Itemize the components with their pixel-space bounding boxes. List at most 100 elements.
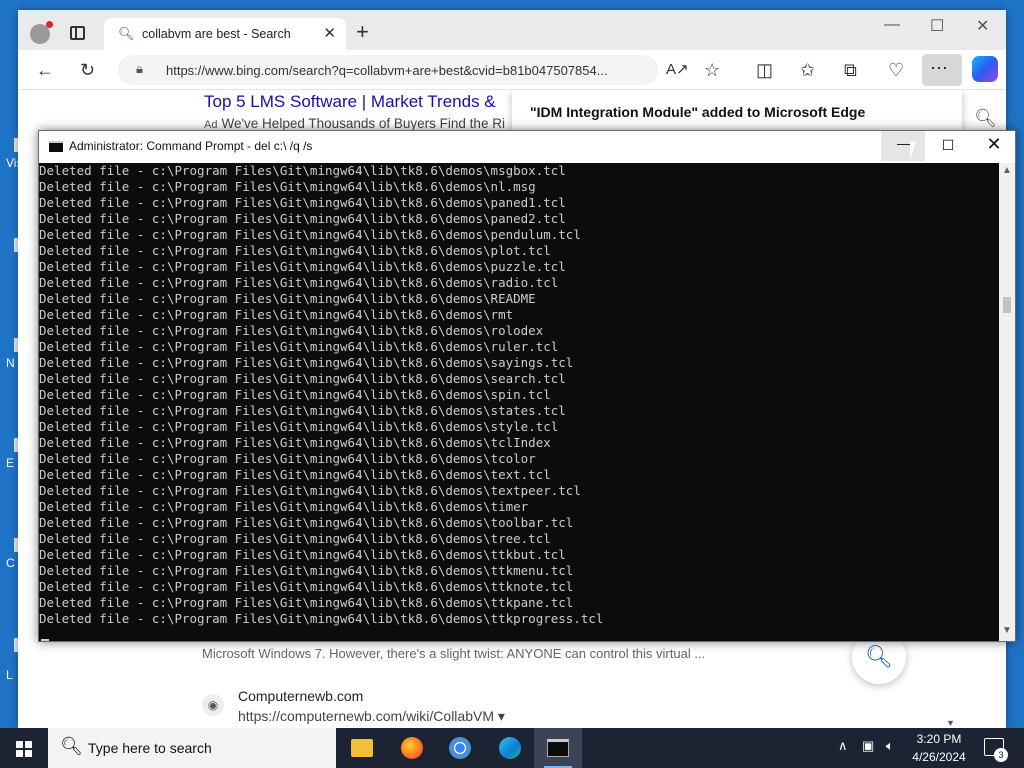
scroll-down-icon[interactable]: ▼ (1002, 625, 1012, 636)
result-url-text[interactable]: https://computernewb.com/wiki/CollabVM (238, 708, 494, 724)
browser-titlebar: 🔍︎ collabvm are best - Search ✕ + — ☐ ✕ (18, 10, 1006, 50)
console-line: Deleted file - c:\Program Files\Git\ming… (39, 291, 536, 306)
read-aloud-icon[interactable]: A↗ (666, 60, 689, 80)
console-line: Deleted file - c:\Program Files\Git\ming… (39, 259, 566, 274)
file-explorer-icon[interactable] (338, 728, 386, 768)
scrollbar-thumb[interactable] (1003, 297, 1011, 313)
result-snippet: Microsoft Windows 7. However, there's a … (202, 646, 706, 661)
console-line: Deleted file - c:\Program Files\Git\ming… (39, 227, 581, 242)
console-line: Deleted file - c:\Program Files\Git\ming… (39, 467, 551, 482)
chrome-icon[interactable] (436, 728, 484, 768)
minimize-icon: — (897, 135, 911, 151)
notification-text: "IDM Integration Module" added to Micros… (530, 104, 866, 120)
command-prompt-icon[interactable] (534, 728, 582, 768)
taskbar-search-box[interactable]: 🔍︎ Type here to search (48, 728, 336, 768)
console-line: Deleted file - c:\Program Files\Git\ming… (39, 499, 529, 514)
result-site-name[interactable]: Computernewb.com (238, 688, 363, 704)
search-icon[interactable]: 🔍︎ (974, 108, 997, 129)
browser-toolbar: ← ↻ 🔒︎ https://www.bing.com/search?q=col… (18, 50, 1006, 90)
result-url[interactable]: https://computernewb.com/wiki/CollabVM ▾ (238, 708, 505, 725)
console-line: Deleted file - c:\Program Files\Git\ming… (39, 163, 566, 178)
search-placeholder: Type here to search (88, 740, 212, 756)
site-favicon-icon: ◉ (202, 694, 224, 716)
taskbar: 🔍︎ Type here to search ∧ ▣ 🔈︎ 3:20 PM 4/… (0, 728, 1024, 768)
tab-title: collabvm are best - Search (142, 27, 291, 41)
browser-essentials-icon[interactable]: ♡ (888, 60, 904, 80)
search-icon: 🔍︎ (60, 736, 83, 756)
console-line: Deleted file - c:\Program Files\Git\ming… (39, 387, 551, 402)
search-icon: 🔍︎ (118, 26, 135, 41)
firefox-icon[interactable] (388, 728, 436, 768)
console-line: Deleted file - c:\Program Files\Git\ming… (39, 419, 559, 434)
console-line: Deleted file - c:\Program Files\Git\ming… (39, 211, 566, 226)
profile-avatar[interactable] (30, 21, 53, 44)
lock-icon[interactable]: 🔒︎ (136, 61, 143, 77)
console-scrollbar[interactable]: ▲ ▼ (999, 163, 1015, 641)
console-line: Deleted file - c:\Program Files\Git\ming… (39, 595, 574, 610)
refresh-icon[interactable]: ↻ (80, 60, 95, 80)
cmd-titlebar[interactable]: Administrator: Command Prompt - del c:\ … (39, 131, 1015, 163)
scroll-down-icon[interactable]: ▼ (946, 718, 955, 728)
console-line: Deleted file - c:\Program Files\Git\ming… (39, 435, 551, 450)
volume-icon[interactable]: 🔈︎ (886, 738, 894, 754)
settings-more-button[interactable]: ⋯ (922, 54, 962, 86)
new-tab-button[interactable]: + (356, 21, 369, 43)
console-line: Deleted file - c:\Program Files\Git\ming… (39, 579, 574, 594)
scroll-up-icon[interactable]: ▲ (1002, 165, 1012, 176)
chevron-up-icon[interactable]: ∧ (838, 738, 848, 754)
console-line: Deleted file - c:\Program Files\Git\ming… (39, 275, 559, 290)
edge-icon[interactable] (486, 728, 534, 768)
tab-actions-icon[interactable] (70, 26, 85, 40)
favorite-star-icon[interactable]: ☆ (704, 60, 720, 80)
cmd-app-icon[interactable] (49, 141, 63, 152)
collections-icon[interactable]: ⧉ (844, 60, 857, 80)
console-line: Deleted file - c:\Program Files\Git\ming… (39, 339, 559, 354)
desktop-icon-label[interactable]: C (6, 556, 15, 570)
console-line: Deleted file - c:\Program Files\Git\ming… (39, 403, 566, 418)
notification-count-badge: 3 (994, 748, 1008, 762)
cmd-title: Administrator: Command Prompt - del c:\ … (69, 139, 313, 153)
favorites-icon[interactable]: ✩ (800, 60, 815, 80)
close-button[interactable]: ✕ (979, 134, 1009, 158)
clock-date: 4/26/2024 (912, 750, 966, 764)
desktop-icon-label[interactable]: E (6, 456, 14, 470)
copilot-icon[interactable] (972, 56, 998, 82)
console-line: Deleted file - c:\Program Files\Git\ming… (39, 371, 566, 386)
network-icon[interactable]: ▣ (862, 738, 874, 754)
console-line: Deleted file - c:\Program Files\Git\ming… (39, 515, 574, 530)
desktop-icon-label[interactable]: L (6, 668, 13, 682)
close-tab-icon[interactable]: ✕ (323, 24, 336, 42)
console-line: Deleted file - c:\Program Files\Git\ming… (39, 563, 574, 578)
address-bar[interactable]: 🔒︎ https://www.bing.com/search?q=collabv… (118, 55, 658, 85)
tab-search[interactable]: 🔍︎ collabvm are best - Search ✕ (104, 18, 346, 50)
desktop-icon-label[interactable]: N (6, 356, 15, 370)
mouse-pointer-icon (910, 142, 922, 160)
back-icon[interactable]: ← (36, 60, 54, 80)
console-line: Deleted file - c:\Program Files\Git\ming… (39, 355, 574, 370)
url-text[interactable]: https://www.bing.com/search?q=collabvm+a… (166, 63, 646, 78)
extension-notification: "IDM Integration Module" added to Micros… (512, 90, 962, 134)
console-line: Deleted file - c:\Program Files\Git\ming… (39, 323, 544, 338)
start-button[interactable] (0, 728, 48, 768)
console-line: Deleted file - c:\Program Files\Git\ming… (39, 611, 604, 626)
command-prompt-window: Administrator: Command Prompt - del c:\ … (38, 130, 1016, 642)
more-icon: ⋯ (930, 58, 948, 78)
maximize-button[interactable]: ☐ (933, 137, 963, 157)
clock-time: 3:20 PM (916, 732, 962, 746)
console-line: Deleted file - c:\Program Files\Git\ming… (39, 531, 551, 546)
ad-description: Ad We've Helped Thousands of Buyers Find … (204, 116, 514, 131)
maximize-icon[interactable]: ☐ (930, 16, 944, 36)
console-line: Deleted file - c:\Program Files\Git\ming… (39, 547, 566, 562)
console-output[interactable]: Deleted file - c:\Program Files\Git\ming… (39, 163, 999, 641)
clock[interactable]: 3:20 PM 4/26/2024 (904, 730, 974, 766)
close-icon[interactable]: ✕ (976, 16, 989, 36)
split-screen-icon[interactable]: ◫ (756, 60, 773, 80)
console-line: Deleted file - c:\Program Files\Git\ming… (39, 451, 536, 466)
ad-title-link[interactable]: Top 5 LMS Software | Market Trends & (204, 92, 520, 112)
console-line: Deleted file - c:\Program Files\Git\ming… (39, 483, 581, 498)
minimize-icon[interactable]: — (884, 16, 900, 34)
console-line: Deleted file - c:\Program Files\Git\ming… (39, 307, 514, 322)
console-cursor (41, 639, 49, 641)
console-line: Deleted file - c:\Program Files\Git\ming… (39, 195, 566, 210)
chevron-down-icon[interactable]: ▾ (498, 708, 505, 724)
